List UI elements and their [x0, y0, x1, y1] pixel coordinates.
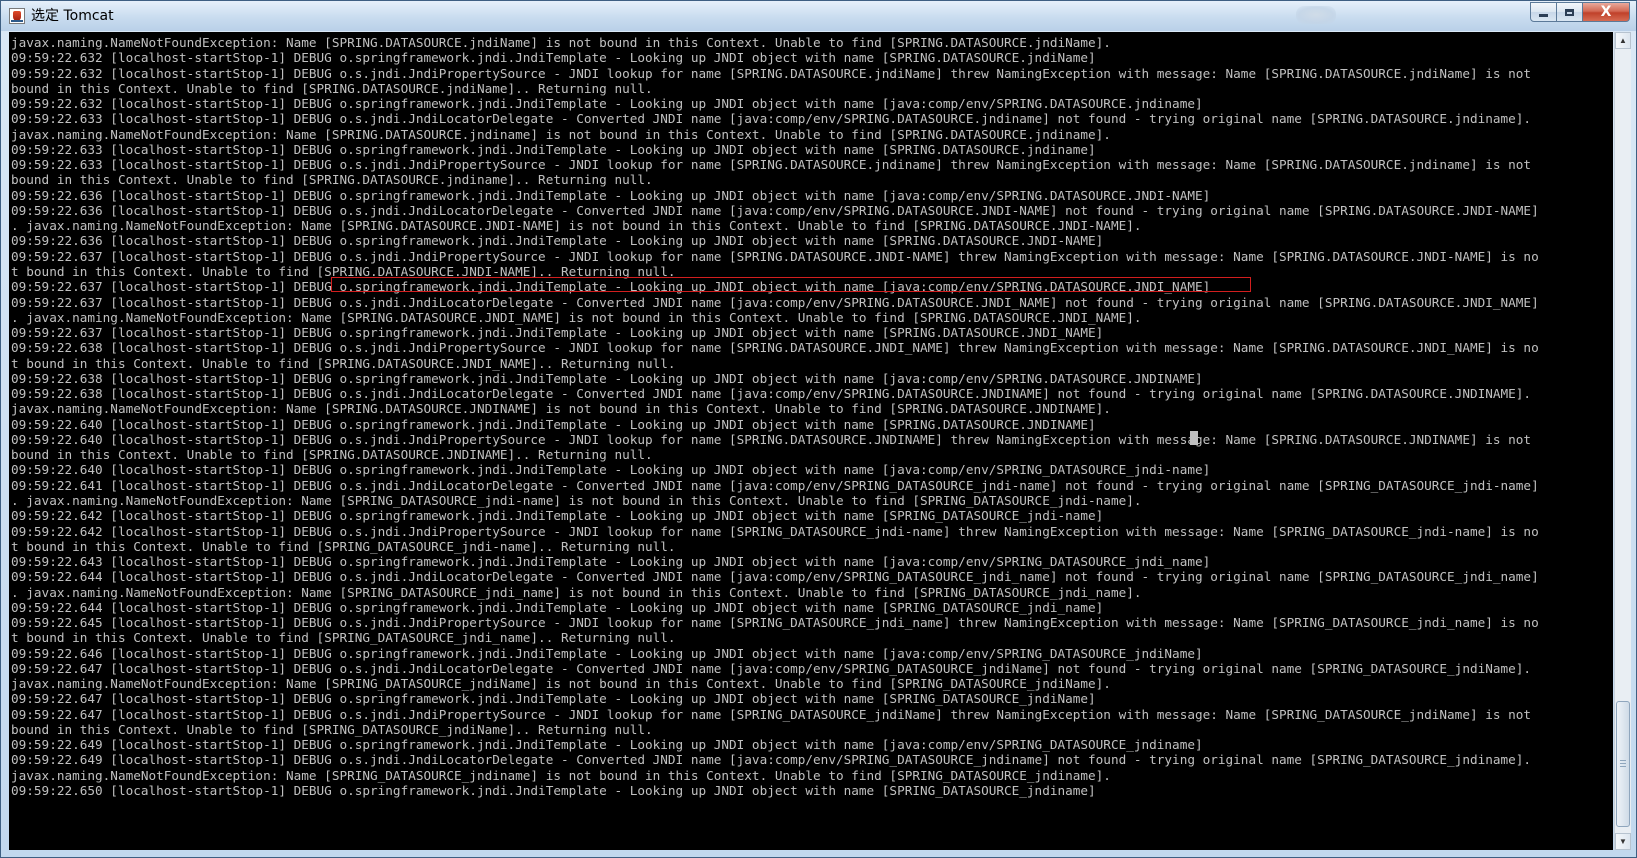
log-line: 09:59:22.638 [localhost-startStop-1] DEB…	[11, 340, 1539, 356]
minimize-icon	[1539, 13, 1548, 17]
log-line: javax.naming.NameNotFoundException: Name…	[11, 126, 1111, 142]
log-line: 09:59:22.638 [localhost-startStop-1] DEB…	[11, 386, 1532, 402]
log-line: . javax.naming.NameNotFoundException: Na…	[11, 309, 1142, 325]
log-line: 09:59:22.637 [localhost-startStop-1] DEB…	[11, 248, 1539, 264]
log-line: javax.naming.NameNotFoundException: Name…	[11, 401, 1111, 417]
log-line: 09:59:22.636 [localhost-startStop-1] DEB…	[11, 187, 1211, 203]
log-line: 09:59:22.644 [localhost-startStop-1] DEB…	[11, 569, 1539, 585]
log-line: 09:59:22.643 [localhost-startStop-1] DEB…	[11, 554, 1211, 570]
close-button[interactable]: X	[1583, 2, 1630, 22]
log-line: bound in this Context. Unable to find [S…	[11, 721, 653, 737]
log-line: 09:59:22.645 [localhost-startStop-1] DEB…	[11, 615, 1539, 631]
log-line: t bound in this Context. Unable to find …	[11, 538, 676, 554]
log-line: 09:59:22.636 [localhost-startStop-1] DEB…	[11, 233, 1104, 249]
close-icon: X	[1600, 4, 1612, 20]
log-line: 09:59:22.647 [localhost-startStop-1] DEB…	[11, 660, 1532, 676]
log-line: 09:59:22.637 [localhost-startStop-1] DEB…	[11, 279, 1211, 295]
caption-buttons: X	[1530, 2, 1630, 22]
log-line: bound in this Context. Unable to find [S…	[11, 80, 653, 96]
log-line: 09:59:22.633 [localhost-startStop-1] DEB…	[11, 157, 1532, 173]
log-line: 09:59:22.638 [localhost-startStop-1] DEB…	[11, 370, 1203, 386]
text-cursor	[1190, 431, 1198, 445]
minimize-button[interactable]	[1530, 2, 1557, 22]
scroll-down-button[interactable]: ▼	[1615, 833, 1631, 850]
log-line: 09:59:22.633 [localhost-startStop-1] DEB…	[11, 141, 1096, 157]
log-line: 09:59:22.632 [localhost-startStop-1] DEB…	[11, 96, 1203, 112]
log-line: 09:59:22.637 [localhost-startStop-1] DEB…	[11, 294, 1539, 310]
log-text: javax.naming.NameNotFoundException: Name…	[11, 35, 1611, 798]
maximize-icon	[1565, 8, 1574, 16]
java-console-icon[interactable]	[9, 8, 25, 24]
console-output-area[interactable]: javax.naming.NameNotFoundException: Name…	[9, 32, 1613, 850]
scrollbar-grip-icon	[1620, 760, 1626, 768]
log-line: 09:59:22.632 [localhost-startStop-1] DEB…	[11, 65, 1532, 81]
window-title: 选定 Tomcat	[31, 8, 114, 24]
vertical-scrollbar[interactable]: ▲ ▼	[1614, 32, 1631, 850]
log-line: javax.naming.NameNotFoundException: Name…	[11, 767, 1111, 783]
maximize-button[interactable]	[1557, 2, 1583, 22]
log-line: . javax.naming.NameNotFoundException: Na…	[11, 218, 1142, 234]
log-line: 09:59:22.647 [localhost-startStop-1] DEB…	[11, 691, 1096, 707]
log-line: 09:59:22.646 [localhost-startStop-1] DEB…	[11, 645, 1203, 661]
log-line: t bound in this Context. Unable to find …	[11, 630, 676, 646]
log-line: 09:59:22.649 [localhost-startStop-1] DEB…	[11, 737, 1203, 753]
log-line: 09:59:22.650 [localhost-startStop-1] DEB…	[11, 783, 1096, 799]
log-line: t bound in this Context. Unable to find …	[11, 263, 676, 279]
log-line: 09:59:22.647 [localhost-startStop-1] DEB…	[11, 706, 1532, 722]
log-line: 09:59:22.636 [localhost-startStop-1] DEB…	[11, 202, 1539, 218]
log-line: 09:59:22.642 [localhost-startStop-1] DEB…	[11, 508, 1104, 524]
scroll-up-arrow-icon: ▲	[1619, 36, 1627, 45]
log-line: 09:59:22.633 [localhost-startStop-1] DEB…	[11, 111, 1532, 127]
blurred-title-region	[1296, 6, 1336, 24]
log-line: . javax.naming.NameNotFoundException: Na…	[11, 492, 1142, 508]
log-line: 09:59:22.649 [localhost-startStop-1] DEB…	[11, 752, 1532, 768]
log-line: . javax.naming.NameNotFoundException: Na…	[11, 584, 1142, 600]
log-line: 09:59:22.642 [localhost-startStop-1] DEB…	[11, 523, 1539, 539]
scroll-up-button[interactable]: ▲	[1615, 32, 1631, 49]
log-line: 09:59:22.640 [localhost-startStop-1] DEB…	[11, 462, 1211, 478]
console-window: 选定 Tomcat X javax.naming.NameNotFoundExc…	[0, 0, 1637, 858]
log-line: t bound in this Context. Unable to find …	[11, 355, 676, 371]
log-line: 09:59:22.644 [localhost-startStop-1] DEB…	[11, 599, 1104, 615]
log-line: 09:59:22.632 [localhost-startStop-1] DEB…	[11, 50, 1096, 66]
scroll-down-arrow-icon: ▼	[1619, 837, 1627, 846]
log-line: 09:59:22.637 [localhost-startStop-1] DEB…	[11, 325, 1104, 341]
log-line: javax.naming.NameNotFoundException: Name…	[11, 35, 1111, 50]
log-line: bound in this Context. Unable to find [S…	[11, 447, 653, 463]
title-bar[interactable]: 选定 Tomcat X	[1, 1, 1636, 31]
scrollbar-thumb[interactable]	[1616, 701, 1630, 827]
log-line: javax.naming.NameNotFoundException: Name…	[11, 676, 1111, 692]
log-line: 09:59:22.640 [localhost-startStop-1] DEB…	[11, 431, 1532, 447]
log-line: 09:59:22.641 [localhost-startStop-1] DEB…	[11, 477, 1539, 493]
log-line: 09:59:22.640 [localhost-startStop-1] DEB…	[11, 416, 1096, 432]
log-line: bound in this Context. Unable to find [S…	[11, 172, 653, 188]
